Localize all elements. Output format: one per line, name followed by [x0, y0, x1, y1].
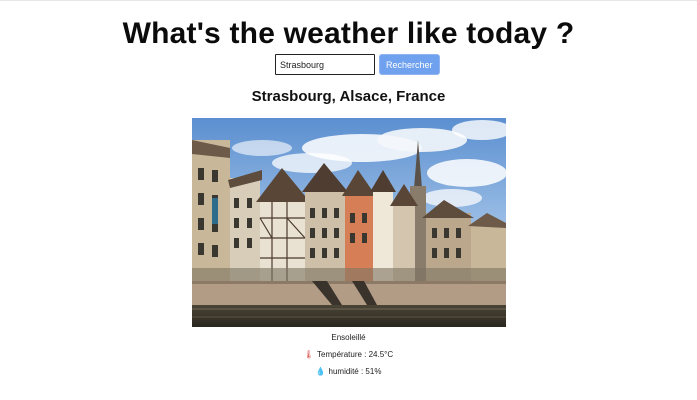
city-search-input[interactable] — [275, 54, 375, 75]
weather-page: What's the weather like today ? Recherch… — [0, 0, 697, 400]
temperature-row: 🌡 Température : 24.5°C — [0, 350, 697, 359]
location-heading: Strasbourg, Alsace, France — [251, 88, 446, 105]
search-form: Rechercher — [275, 54, 440, 75]
water-drop-icon: 💧 — [315, 367, 326, 376]
humidity-text: humidité : 51% — [328, 367, 382, 376]
temperature-text: Température : 24.5°C — [317, 350, 394, 359]
city-photo — [192, 118, 506, 327]
humidity-row: 💧 humidité : 51% — [0, 367, 697, 376]
page-title: What's the weather like today ? — [122, 17, 575, 50]
weather-condition: Ensoleillé — [331, 333, 366, 342]
search-button[interactable]: Rechercher — [379, 54, 440, 75]
thermometer-icon: 🌡 — [303, 350, 315, 359]
